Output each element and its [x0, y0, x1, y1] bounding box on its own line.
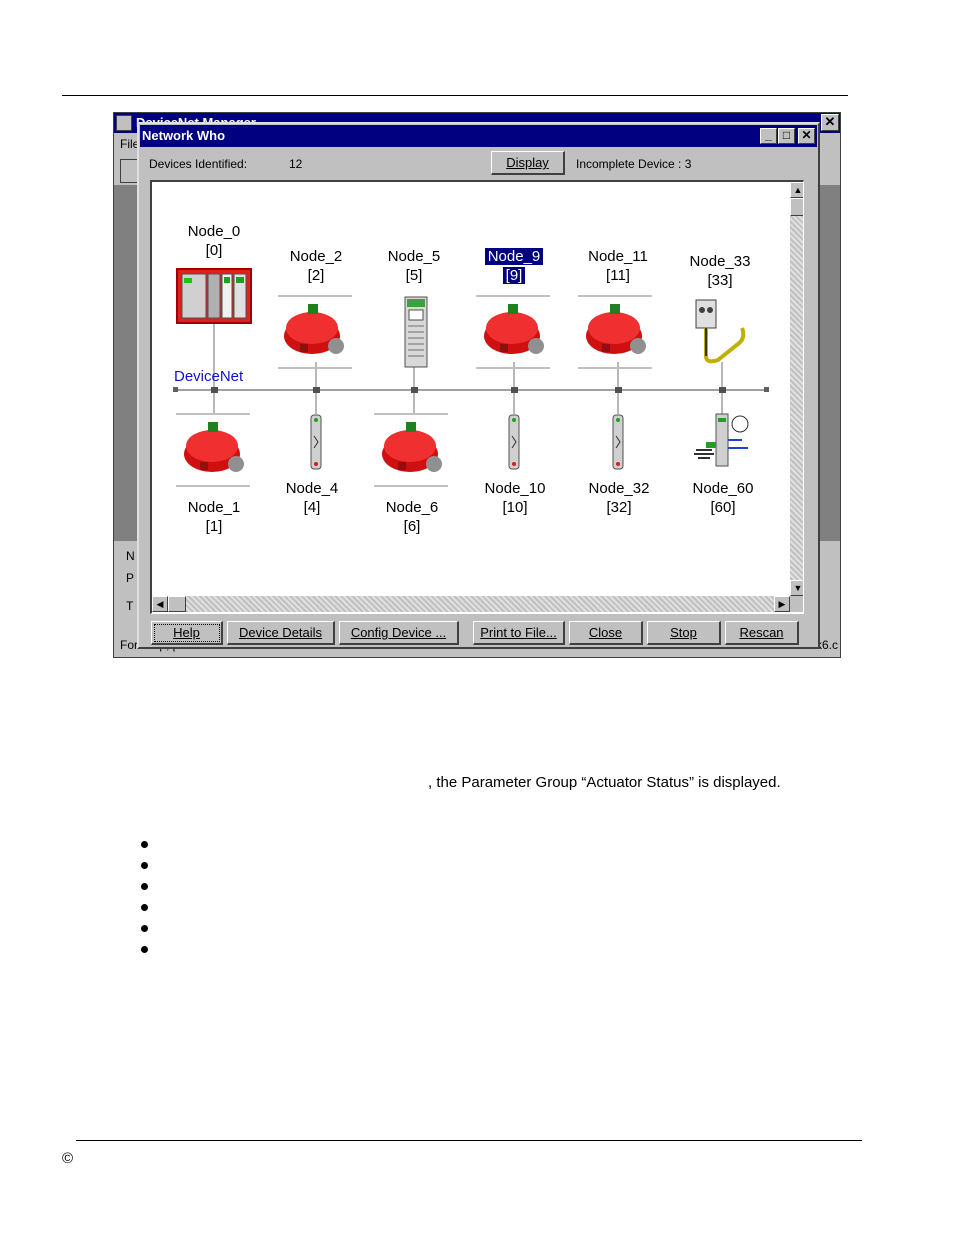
- scroll-corner: [790, 596, 803, 612]
- node-2[interactable]: Node_2 [2]: [271, 247, 361, 285]
- node-name: Node_60: [692, 480, 754, 497]
- photo-eye-icon: [310, 414, 322, 470]
- node-32[interactable]: Node_32 [32]: [574, 479, 664, 517]
- actuator-icon: [382, 422, 442, 472]
- rescan-button[interactable]: Rescan: [725, 621, 799, 645]
- node-address: [1]: [205, 518, 223, 535]
- help-button[interactable]: Help: [151, 621, 223, 645]
- close-button[interactable]: Close: [569, 621, 643, 645]
- node-name: Node_1: [187, 499, 241, 516]
- node-name: Node_2: [289, 248, 343, 265]
- scroll-thumb[interactable]: [790, 198, 803, 216]
- node-name: Node_0: [187, 223, 241, 240]
- list-bullet: [141, 841, 148, 848]
- node-address: [11]: [606, 267, 630, 284]
- network-device-icon: [694, 413, 749, 467]
- footer-rule: [76, 1140, 862, 1141]
- panel-label-t: T: [126, 599, 134, 613]
- node-address: [2]: [307, 267, 325, 284]
- plc-scanner-icon: [176, 268, 252, 324]
- copyright-symbol: ©: [62, 1150, 74, 1167]
- list-bullet: [141, 862, 148, 869]
- horizontal-scrollbar[interactable]: ◀ ▶: [152, 596, 790, 612]
- node-address: [5]: [405, 267, 423, 284]
- panel-label-p: P: [126, 571, 135, 585]
- node-address: [60]: [710, 499, 736, 516]
- node-name: Node_10: [484, 480, 546, 497]
- minimize-icon[interactable]: _: [760, 128, 777, 144]
- node-name: Node_11: [588, 248, 648, 265]
- scroll-up-icon[interactable]: ▲: [790, 182, 803, 198]
- incomplete-device-label: Incomplete Device : 3: [576, 157, 692, 171]
- node-name: Node_5: [387, 248, 441, 265]
- scroll-down-icon[interactable]: ▼: [790, 580, 803, 596]
- list-bullet: [141, 925, 148, 932]
- devices-identified-label: Devices Identified:: [149, 157, 248, 171]
- node-address: [9]: [502, 267, 526, 284]
- actuator-icon: [586, 304, 646, 354]
- hscroll-thumb[interactable]: [168, 596, 186, 612]
- body-text-fragment: , the Parameter Group “Actuator Status” …: [428, 774, 781, 791]
- scroll-left-icon[interactable]: ◀: [152, 596, 168, 612]
- print-to-file-button[interactable]: Print to File...: [473, 621, 565, 645]
- node-60[interactable]: Node_60 [60]: [678, 479, 768, 517]
- display-button[interactable]: Display: [491, 151, 565, 175]
- network-canvas[interactable]: Node_0 [0] Node_2 [2] Node_5 [5] Node_9 …: [150, 180, 804, 614]
- actuator-icon: [184, 422, 244, 472]
- node-name: Node_4: [285, 480, 339, 497]
- node-name: Node_32: [588, 480, 650, 497]
- node-name: Node_6: [385, 499, 439, 516]
- photo-eye-icon: [508, 414, 520, 470]
- panel-label-n: N: [126, 549, 135, 563]
- io-module-icon: [404, 296, 428, 368]
- node-33[interactable]: Node_33 [33]: [675, 252, 765, 290]
- node-0[interactable]: Node_0 [0]: [169, 222, 259, 260]
- device-details-button[interactable]: Device Details: [227, 621, 335, 645]
- node-address: [4]: [303, 499, 321, 516]
- config-device-button[interactable]: Config Device ...: [339, 621, 459, 645]
- proximity-sensor-icon: [695, 299, 746, 364]
- node-address: [10]: [502, 499, 528, 516]
- node-11[interactable]: Node_11 [11]: [573, 247, 663, 285]
- node-6[interactable]: Node_6 [6]: [367, 498, 457, 536]
- scroll-right-icon[interactable]: ▶: [774, 596, 790, 612]
- vertical-scrollbar[interactable]: ▲ ▼: [790, 182, 803, 596]
- dialog-title: Network Who: [142, 128, 226, 143]
- network-label: DeviceNet: [174, 368, 244, 385]
- node-name: Node_33: [689, 253, 751, 270]
- node-address: [33]: [707, 272, 733, 289]
- list-bullet: [141, 946, 148, 953]
- node-9[interactable]: Node_9 [9]: [469, 247, 559, 285]
- node-4[interactable]: Node_4 [4]: [267, 479, 357, 517]
- dialog-title-bar: Network Who _ □ ✕: [140, 125, 817, 147]
- node-5[interactable]: Node_5 [5]: [369, 247, 459, 285]
- maximize-icon[interactable]: □: [778, 128, 795, 144]
- network-who-dialog: Network Who _ □ ✕ Devices Identified: 12…: [137, 122, 820, 649]
- list-bullet: [141, 904, 148, 911]
- stop-button[interactable]: Stop: [647, 621, 721, 645]
- node-address: [0]: [205, 242, 223, 259]
- actuator-icon: [284, 304, 344, 354]
- photo-eye-icon: [612, 414, 624, 470]
- list-bullet: [141, 883, 148, 890]
- node-10[interactable]: Node_10 [10]: [470, 479, 560, 517]
- header-rule: [62, 95, 848, 96]
- bg-close-icon[interactable]: ✕: [821, 114, 839, 131]
- actuator-icon: [484, 304, 544, 354]
- app-icon: [116, 115, 132, 131]
- node-1[interactable]: Node_1 [1]: [169, 498, 259, 536]
- node-name: Node_9: [484, 248, 544, 265]
- node-address: [32]: [606, 499, 632, 516]
- node-address: [6]: [403, 518, 421, 535]
- close-icon[interactable]: ✕: [798, 128, 815, 144]
- devices-identified-value: 12: [289, 157, 303, 171]
